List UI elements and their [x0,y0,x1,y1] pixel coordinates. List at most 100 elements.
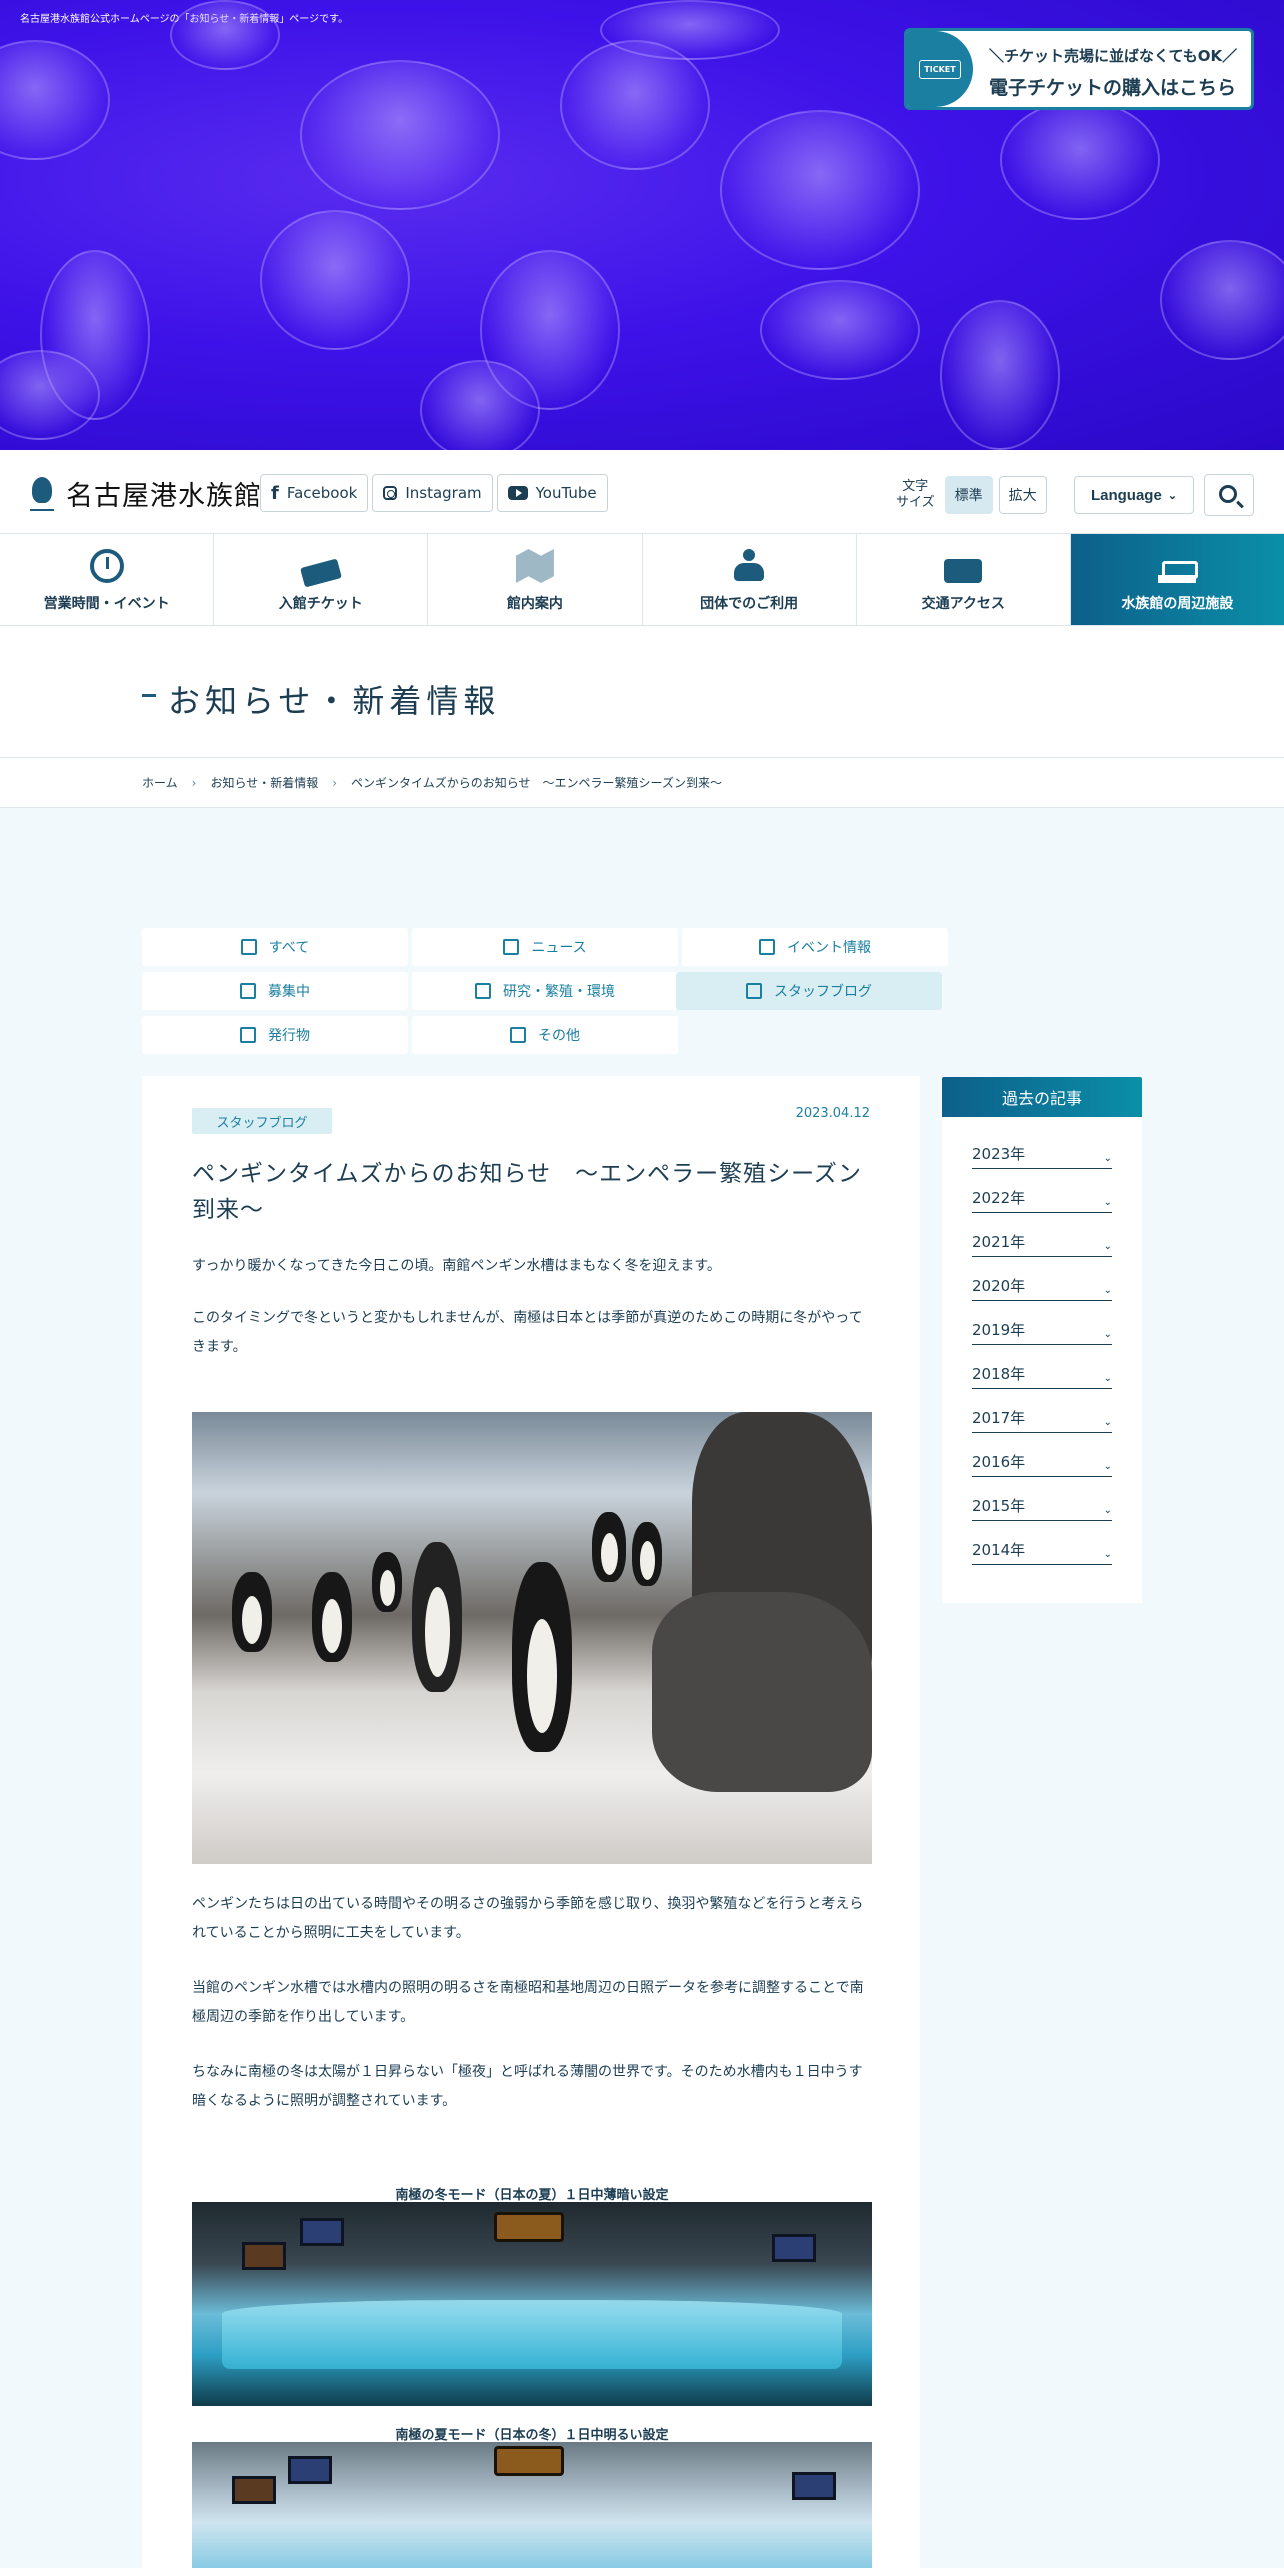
archive-year-item[interactable]: 2016年 ⌄ [972,1433,1112,1477]
breadcrumb-news[interactable]: お知らせ・新着情報 [210,774,318,791]
category-research[interactable]: 研究・繁殖・環境 [412,972,678,1010]
breadcrumb: ホーム › お知らせ・新着情報 › ペンギンタイムズからのお知らせ ～エンペラー… [0,758,1284,808]
chevron-down-icon: ⌄ [1167,489,1178,502]
train-icon [944,559,983,583]
site-logo[interactable]: 名古屋港水族館 [28,474,262,513]
font-size-label: 文字 サイズ [896,479,935,510]
photo-caption: 南極の夏モード（日本の冬）１日中明るい設定 [395,2428,669,2443]
penguin-figure [372,1552,402,1612]
microscope-icon [475,983,491,999]
archive-year-item[interactable]: 2015年 ⌄ [972,1477,1112,1521]
font-size-normal-button[interactable]: 標準 [944,476,993,514]
global-nav: 営業時間・イベント 入館チケット 館内案内 団体でのご利用 交通アクセス 水族館… [0,534,1284,626]
article-category-tag: スタッフブログ [192,1108,332,1134]
archive-year-item[interactable]: 2017年 ⌄ [972,1389,1112,1433]
youtube-icon [507,486,528,500]
category-other[interactable]: その他 [412,1016,678,1054]
chevron-down-icon: ⌄ [1103,1505,1112,1516]
nav-access[interactable]: 交通アクセス [857,534,1071,625]
breadcrumb-home[interactable]: ホーム [142,774,178,791]
language-select[interactable]: Language ⌄ [1074,476,1194,514]
archive-sidebar: 過去の記事 2023年 ⌄ 2022年 ⌄ 2021年 ⌄ 2020年 ⌄ 2019年 ⌄… [942,1077,1142,1603]
nav-hours-events[interactable]: 営業時間・イベント [0,534,215,625]
category-staff-blog[interactable]: スタッフブログ [676,972,942,1010]
jellyfish-decoration [420,360,540,450]
archive-year-item[interactable]: 2014年 ⌄ [972,1521,1112,1565]
group-icon [730,549,768,583]
ticket-icon: TICKET [907,31,973,107]
nav-tickets[interactable]: 入館チケット [214,534,429,625]
chevron-right-icon: › [191,775,197,790]
archive-year-item[interactable]: 2021年 ⌄ [972,1213,1112,1257]
archive-year-item[interactable]: 2023年 ⌄ [972,1125,1112,1169]
article-paragraph: このタイミングで冬というと変かもしれませんが、南極は日本とは季節が真逆のためこの… [192,1310,863,1355]
jellyfish-decoration [300,60,500,210]
chevron-down-icon: ⌄ [1103,1373,1112,1384]
penguin-figure [312,1572,352,1662]
facebook-link[interactable]: f Facebook [260,474,369,512]
chevron-down-icon: ⌄ [1103,1461,1112,1472]
archive-year-list: 2023年 ⌄ 2022年 ⌄ 2021年 ⌄ 2020年 ⌄ 2019年 ⌄ 2018年… [942,1117,1142,1565]
sns-links: f Facebook Instagram YouTube [260,474,608,512]
chevron-down-icon: ⌄ [1103,1549,1112,1560]
chevron-down-icon: ⌄ [1103,1153,1112,1164]
chevron-right-icon: › [332,775,338,790]
page-title-section: お知らせ・新着情報 [0,626,1284,758]
hero-banner: 名古屋港水族館公式ホームページの「お知らせ・新着情報」ページです。 TICKET… [0,0,1284,450]
nav-facility-guide[interactable]: 館内案内 [428,534,643,625]
instagram-link[interactable]: Instagram [372,474,493,512]
document-icon [503,939,520,955]
tank-winter-mode-photo [192,2202,872,2406]
article-paragraph: 当館のペンギン水槽では水槽内の照明の明るさを南極昭和基地周辺の日照データを参考に… [192,1980,864,2025]
jellyfish-decoration [170,0,280,70]
nav-group-use[interactable]: 団体でのご利用 [643,534,857,625]
archive-year-item[interactable]: 2019年 ⌄ [972,1301,1112,1345]
youtube-link[interactable]: YouTube [496,474,608,512]
jellyfish-decoration [600,0,780,60]
penguin-figure [592,1512,626,1582]
search-button[interactable] [1204,474,1254,516]
penguin-photo [192,1412,872,1864]
archive-year-item[interactable]: 2018年 ⌄ [972,1345,1112,1389]
category-events[interactable]: イベント情報 [682,928,948,966]
jellyfish-decoration [0,40,110,160]
category-recruiting[interactable]: 募集中 [142,972,408,1010]
penguin-figure [512,1562,572,1752]
site-header: 名古屋港水族館 f Facebook Instagram YouTube 文字 サイ… [0,450,1284,534]
jellyfish-decoration [940,300,1060,450]
jellyfish-decoration [760,280,920,380]
photo-caption: 南極の冬モード（日本の夏）１日中薄暗い設定 [395,2188,669,2203]
article-paragraph: すっかり暖かくなってきた今日この頃。南館ペンギン水槽はまもなく冬を迎えます。 [192,1258,721,1274]
title-dash-decoration [142,694,156,697]
clock-icon [89,549,124,583]
archive-year-item[interactable]: 2022年 ⌄ [972,1169,1112,1213]
penguin-figure [632,1522,662,1586]
map-search-icon [515,549,554,583]
breadcrumb-current: ペンギンタイムズからのお知らせ ～エンペラー繁殖シーズン到来～ [351,776,722,790]
book-icon [240,1027,256,1043]
search-icon [1219,485,1237,503]
nav-nearby-facilities[interactable]: 水族館の周辺施設 [1070,534,1284,625]
ticket-banner-subtext: ＼チケット売場に並ばなくてもOK／ [989,47,1238,65]
facebook-icon: f [271,482,279,504]
fish-icon [510,1027,526,1043]
category-all[interactable]: すべて [142,928,408,966]
archive-year-item[interactable]: 2020年 ⌄ [972,1257,1112,1301]
page-title: お知らせ・新着情報 [168,682,501,720]
jellyfish-decoration [1000,100,1160,220]
ship-icon [1158,557,1199,583]
calendar-icon [759,939,775,955]
jellyfish-decoration [720,110,920,270]
category-news[interactable]: ニュース [412,928,678,966]
chevron-down-icon: ⌄ [1103,1241,1112,1252]
article: スタッフブログ 2023.04.12 ペンギンタイムズからのお知らせ ～エンペラ… [142,1076,920,2568]
font-size-large-button[interactable]: 拡大 [998,476,1047,514]
article-paragraph: ちなみに南極の冬は太陽が１日昇らない「極夜」と呼ばれる薄闇の世界です。そのため水… [192,2064,863,2109]
ticket-banner-title: 電子チケットの購入はこちら [989,77,1237,99]
e-ticket-banner[interactable]: TICKET ＼チケット売場に並ばなくてもOK／ 電子チケットの購入はこちら [904,28,1254,110]
grid-icon [240,939,257,955]
logo-mark-icon [28,476,56,511]
blog-icon [746,983,762,999]
tank-summer-mode-photo [192,2442,872,2568]
category-publications[interactable]: 発行物 [142,1016,408,1054]
